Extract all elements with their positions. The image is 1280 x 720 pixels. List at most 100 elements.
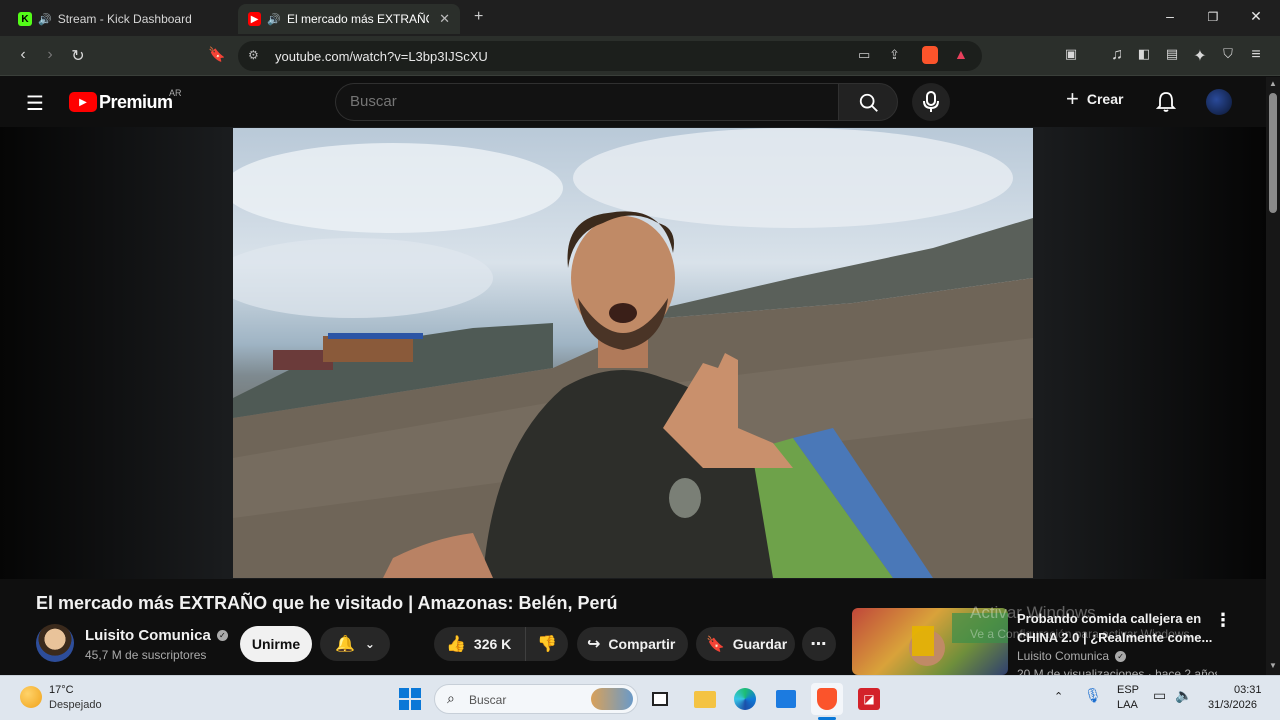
create-button[interactable]: + Crear [1066, 88, 1124, 110]
close-window-icon[interactable]: ✕ [1246, 8, 1266, 25]
tab-title: Stream - Kick Dashboard [57, 12, 192, 26]
channel-name[interactable]: Luisito Comunica [85, 627, 211, 644]
microphone-tray-icon[interactable]: 🎙 [1084, 687, 1102, 704]
minimize-icon[interactable]: – [1160, 8, 1180, 24]
guide-menu-icon[interactable]: ☰ [26, 91, 44, 116]
taskbar-search-placeholder: Buscar [469, 693, 507, 707]
clock-date[interactable]: 31/3/2026 [1208, 699, 1257, 711]
folder-icon [694, 690, 716, 708]
show-hidden-icons-chevron-icon[interactable]: ⌃ [1054, 690, 1063, 703]
voice-search-button[interactable] [912, 83, 950, 121]
kick-favicon-icon: K [18, 12, 32, 26]
site-settings-icon[interactable]: ⚙ [248, 48, 259, 62]
like-dislike-group: 👍 326 K 👎 [434, 627, 568, 661]
cast-icon[interactable]: ▭ [858, 47, 870, 63]
vpn-shield-icon[interactable]: ⛉ [1218, 46, 1238, 62]
bookmark-save-icon: 🔖 [706, 636, 725, 653]
video-title: El mercado más EXTRAÑO que he visitado |… [36, 593, 618, 613]
scroll-down-icon[interactable]: ▼ [1269, 661, 1277, 670]
windows-taskbar: 17°C Despejado ⌕ Buscar ◪ ⌃ 🎙 ESP LAA ▭ … [0, 675, 1280, 720]
app-button[interactable]: ◪ [853, 683, 885, 715]
brave-button[interactable] [811, 683, 843, 715]
channel-name-row[interactable]: Luisito Comunica ✓ [85, 627, 228, 644]
share-button[interactable]: ↪ Compartir [577, 627, 688, 661]
weather-moon-icon[interactable] [20, 686, 42, 708]
address-bar[interactable]: ⚙ youtube.com/watch?v=L3bp3IJScXU ▭ ⇪ ▲ [238, 41, 982, 71]
dislike-button[interactable]: 👎 [526, 634, 568, 654]
search-input[interactable] [350, 93, 820, 110]
join-button[interactable]: Unirme [240, 626, 312, 662]
edge-button[interactable] [729, 683, 761, 715]
channel-avatar[interactable] [36, 624, 74, 662]
microsoft-store-button[interactable] [770, 683, 802, 715]
account-avatar[interactable] [1206, 89, 1232, 115]
bell-icon: 🔔 [335, 636, 355, 653]
recommended-meta: 20 M de visualizaciones · hace 2 años [1017, 667, 1217, 675]
restore-icon[interactable]: ❐ [1203, 10, 1223, 24]
back-icon[interactable]: ‹ [13, 46, 33, 64]
sidebar-icon[interactable]: ◧ [1134, 46, 1154, 62]
notifications-bell-icon[interactable] [1156, 91, 1176, 113]
store-icon [776, 690, 796, 708]
brave-shields-icon[interactable] [922, 46, 938, 64]
close-tab-icon[interactable]: ✕ [439, 11, 450, 27]
scrollbar-thumb[interactable] [1269, 93, 1277, 213]
volume-icon[interactable]: 🔈 [1175, 687, 1192, 704]
clock-time[interactable]: 03:31 [1234, 684, 1262, 696]
video-player[interactable] [233, 128, 1033, 578]
tab-title: El mercado más EXTRAÑO qu [286, 12, 429, 26]
recommended-channel-row: Luisito Comunica ✓ [1017, 649, 1127, 663]
url-text: youtube.com/watch?v=L3bp3IJScXU [275, 49, 488, 64]
bookmark-icon[interactable]: 🔖 [207, 46, 227, 63]
wallet-icon[interactable]: ▤ [1162, 46, 1182, 62]
windows-logo-icon [399, 688, 421, 710]
reader-mode-icon[interactable]: ▣ [1061, 46, 1081, 62]
task-view-button[interactable] [644, 683, 676, 715]
create-label: Crear [1086, 91, 1124, 107]
start-button[interactable] [394, 683, 426, 715]
search-box[interactable] [335, 83, 838, 121]
page-scrollbar[interactable]: ▲ ▼ [1266, 77, 1280, 675]
youtube-logo-icon[interactable]: ▶ [69, 92, 97, 112]
speaker-icon: 🔊 [38, 13, 52, 26]
browser-tab-strip: K 🔊 Stream - Kick Dashboard ▶ 🔊 El merca… [0, 0, 1280, 36]
browser-toolbar: ‹ › ↻ 🔖 ⚙ youtube.com/watch?v=L3bp3IJScX… [0, 36, 1280, 76]
activate-windows-subtitle: Ve a Configuración para activar Windows. [970, 627, 1193, 641]
brave-icon [817, 688, 837, 710]
brave-rewards-icon[interactable]: ▲ [954, 46, 968, 62]
save-button[interactable]: 🔖 Guardar [696, 627, 795, 661]
task-view-icon [652, 692, 668, 706]
join-label: Unirme [251, 636, 301, 652]
tab-youtube-video[interactable]: ▶ 🔊 El mercado más EXTRAÑO qu ✕ [238, 4, 460, 34]
youtube-masthead: ☰ ▶ Premium AR + Crear [0, 77, 1266, 127]
video-frame [233, 128, 1033, 578]
taskbar-search-box[interactable]: ⌕ Buscar [434, 684, 638, 714]
speaker-icon: 🔊 [267, 13, 281, 26]
like-button[interactable]: 👍 326 K [434, 627, 526, 661]
subscriber-count: 45,7 M de suscriptores [85, 648, 207, 662]
activate-windows-title: Activar Windows [970, 603, 1096, 622]
network-icon[interactable]: ▭ [1153, 687, 1166, 704]
menu-icon[interactable]: ≡ [1246, 46, 1266, 64]
keyboard-layout[interactable]: LAA [1117, 699, 1138, 711]
chevron-down-icon: ⌄ [364, 637, 375, 651]
scroll-up-icon[interactable]: ▲ [1269, 79, 1277, 88]
more-actions-button[interactable]: ⋯ [802, 627, 836, 661]
notifications-dropdown-button[interactable]: 🔔 ⌄ [320, 627, 390, 661]
search-button[interactable] [838, 83, 898, 121]
forward-icon[interactable]: › [40, 46, 60, 64]
reload-icon[interactable]: ↻ [68, 46, 88, 66]
search-icon [859, 93, 878, 112]
tab-kick-dashboard[interactable]: K 🔊 Stream - Kick Dashboard [8, 4, 234, 34]
new-tab-icon[interactable]: + [474, 8, 483, 26]
more-horizontal-icon: ⋯ [810, 636, 828, 653]
file-explorer-button[interactable] [689, 683, 721, 715]
like-count: 326 K [473, 636, 512, 652]
logo-text[interactable]: Premium [99, 92, 173, 113]
weather-temperature[interactable]: 17°C [49, 684, 74, 696]
weather-description[interactable]: Despejado [49, 699, 102, 711]
share-icon[interactable]: ⇪ [889, 47, 900, 63]
language-code[interactable]: ESP [1117, 684, 1139, 696]
leo-ai-icon[interactable]: ✦ [1190, 46, 1210, 66]
music-icon[interactable]: ♫ [1107, 46, 1127, 64]
